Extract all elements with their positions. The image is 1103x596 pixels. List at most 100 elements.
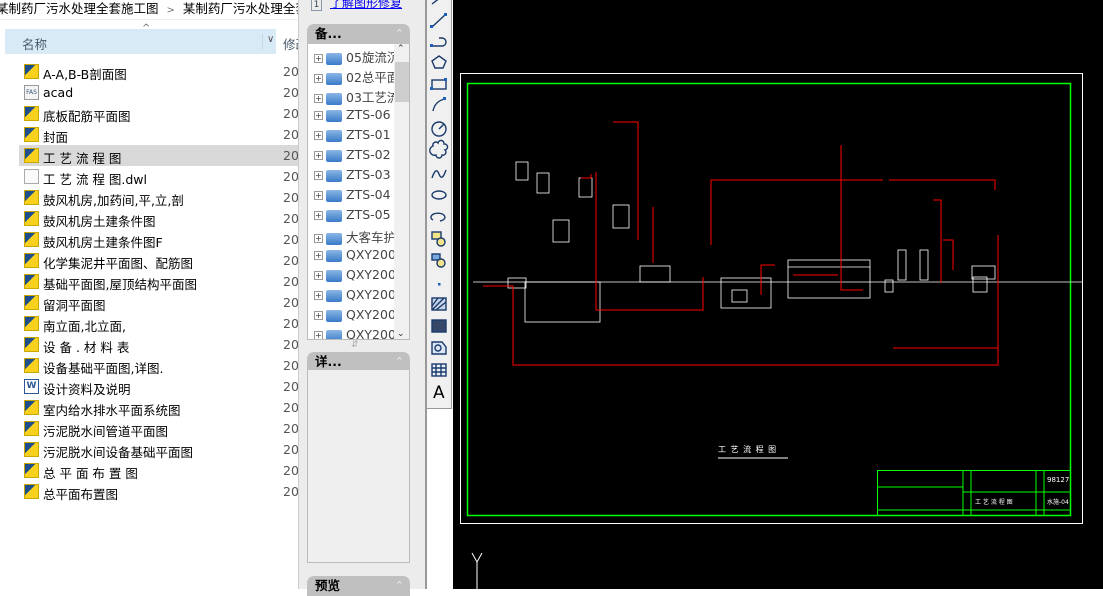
- expand-icon[interactable]: +: [314, 291, 323, 300]
- backup-tree-item[interactable]: + QXY200: [314, 307, 396, 327]
- breadcrumb-item[interactable]: 某制药厂污水处理全套施工图: [0, 0, 159, 18]
- preview-header[interactable]: 预览 ⌃: [307, 576, 410, 596]
- expand-icon[interactable]: +: [314, 191, 323, 200]
- file-row[interactable]: 基础平面图,屋顶结构平面图 20: [19, 271, 299, 292]
- gradient-icon[interactable]: [431, 319, 447, 333]
- file-row[interactable]: 总平面布置图 20: [19, 481, 299, 502]
- title-block-sheet: 水施-04: [1047, 499, 1069, 506]
- expand-icon[interactable]: +: [314, 251, 323, 260]
- point-icon[interactable]: [438, 283, 441, 286]
- expand-icon[interactable]: +: [314, 311, 323, 320]
- collapse-icon[interactable]: ⌃: [395, 352, 404, 372]
- file-row[interactable]: FAS acad 20: [19, 82, 299, 103]
- backup-item-label: ZTS-03: [346, 167, 391, 182]
- details-header[interactable]: 详... ⌃: [307, 352, 410, 372]
- polygon-icon[interactable]: [431, 55, 447, 69]
- backup-tree-item[interactable]: + QXY200: [314, 327, 396, 339]
- file-row[interactable]: 污泥脱水间管道平面图 20: [19, 418, 299, 439]
- file-row[interactable]: W 设计资料及说明 20: [19, 376, 299, 397]
- file-row[interactable]: 总 平 面 布 置 图 20: [19, 460, 299, 481]
- file-name: 南立面,北立面,: [43, 319, 126, 334]
- expand-icon[interactable]: +: [314, 211, 323, 220]
- hatch-icon[interactable]: [431, 297, 447, 311]
- multiline-text-icon[interactable]: A: [433, 383, 445, 403]
- backup-tree-item[interactable]: + ZTS-05: [314, 207, 391, 227]
- file-row[interactable]: 底板配筋平面图 20: [19, 103, 299, 124]
- backup-tree-item[interactable]: + ZTS-03: [314, 167, 391, 187]
- expand-icon[interactable]: +: [314, 111, 323, 120]
- column-header-modified[interactable]: 修改日期: [283, 34, 298, 53]
- file-row[interactable]: 鼓风机房,加药间,平,立,剖 20: [19, 187, 299, 208]
- expand-icon[interactable]: +: [314, 151, 323, 160]
- file-row[interactable]: 污泥脱水间设备基础平面图 20: [19, 439, 299, 460]
- expand-icon[interactable]: +: [314, 271, 323, 280]
- drawing-canvas[interactable]: 工 艺 流 程 图 工 艺 流 程 图 98127 水施-04: [453, 0, 1103, 589]
- backup-tree-item[interactable]: + ZTS-04: [314, 187, 391, 207]
- ellipse-icon[interactable]: [431, 190, 447, 200]
- title-block-project-no: 98127: [1047, 476, 1070, 484]
- line-icon[interactable]: [431, 0, 445, 5]
- file-name: 化学集泥井平面图、配筋图: [43, 256, 194, 271]
- backup-tree-item[interactable]: + QXY200: [314, 287, 396, 307]
- file-row[interactable]: 化学集泥井平面图、配筋图 20: [19, 250, 299, 271]
- file-row[interactable]: 封面 20: [19, 124, 299, 145]
- file-row[interactable]: 室内给水排水平面系统图 20: [19, 397, 299, 418]
- backup-tree-item[interactable]: + ZTS-02: [314, 147, 391, 167]
- column-header-name[interactable]: ^ 名称 ∨: [5, 23, 276, 54]
- insert-block-icon[interactable]: [431, 231, 446, 247]
- backup-tree-item[interactable]: + QXY200: [314, 247, 396, 267]
- file-row[interactable]: 工 艺 流 程 图.dwl 20: [19, 166, 299, 187]
- ellipse-arc-icon[interactable]: [430, 212, 446, 222]
- backup-item-label: QXY200: [346, 247, 396, 262]
- expand-icon[interactable]: +: [314, 54, 323, 63]
- file-date: 20: [283, 85, 299, 100]
- backup-tree-item[interactable]: + ZTS-06: [314, 107, 391, 127]
- expand-icon[interactable]: +: [314, 94, 323, 103]
- backup-tree-item[interactable]: + ZTS-01: [314, 127, 391, 147]
- revision-cloud-icon[interactable]: [429, 139, 449, 159]
- region-icon[interactable]: [431, 341, 447, 355]
- chevron-down-icon[interactable]: ∨: [262, 34, 274, 49]
- splitter-handle[interactable]: ⇵: [351, 340, 359, 350]
- collapse-icon[interactable]: ⌃: [395, 576, 404, 596]
- backup-item-label: ZTS-01: [346, 127, 391, 142]
- spline-icon[interactable]: [431, 169, 447, 179]
- folder-icon: [326, 289, 342, 302]
- arc-icon[interactable]: [432, 97, 446, 112]
- backup-tree-item[interactable]: +02总平面: [314, 67, 399, 87]
- file-row[interactable]: A-A,B-B剖面图 20: [19, 61, 299, 82]
- expand-icon[interactable]: +: [314, 131, 323, 140]
- scroll-up-icon[interactable]: ⌃: [397, 44, 405, 54]
- expand-icon[interactable]: +: [314, 331, 323, 339]
- make-block-icon[interactable]: [431, 253, 446, 268]
- file-row[interactable]: 设备基础平面图,详图. 20: [19, 355, 299, 376]
- file-row[interactable]: 鼓风机房土建条件图 20: [19, 208, 299, 229]
- polyline-arc-icon[interactable]: [430, 37, 447, 47]
- word-file-icon: W: [24, 379, 39, 394]
- expand-icon[interactable]: +: [314, 234, 323, 243]
- rectangle-icon[interactable]: [430, 78, 447, 90]
- circle-icon[interactable]: [431, 121, 447, 137]
- table-icon[interactable]: [431, 363, 447, 377]
- file-row[interactable]: 留洞平面图 20: [19, 292, 299, 313]
- backup-files-header[interactable]: 备... ⌃: [307, 24, 410, 44]
- dwg-file-icon: [24, 190, 39, 205]
- drawing-title: 工 艺 流 程 图: [718, 445, 778, 454]
- collapse-icon[interactable]: ⌃: [395, 24, 404, 44]
- learn-recovery-link[interactable]: 1 了解图形修复: [311, 0, 402, 11]
- dwg-file-icon: [24, 148, 39, 163]
- file-row[interactable]: 设 备 . 材 料 表 20: [19, 334, 299, 355]
- expand-icon[interactable]: +: [314, 171, 323, 180]
- scroll-down-icon[interactable]: ⌄: [397, 329, 405, 339]
- scroll-thumb[interactable]: [395, 62, 409, 102]
- backup-tree-item[interactable]: + QXY200: [314, 267, 396, 287]
- polyline-icon[interactable]: [430, 13, 447, 28]
- file-row[interactable]: 工 艺 流 程 图 20: [19, 145, 299, 166]
- file-date: 20: [283, 148, 299, 163]
- expand-icon[interactable]: +: [314, 74, 323, 83]
- backup-tree-item[interactable]: + 大客车护: [314, 227, 396, 247]
- file-row[interactable]: 南立面,北立面, 20: [19, 313, 299, 334]
- tree-scrollbar[interactable]: ⌃ ⌄: [394, 44, 409, 339]
- file-row[interactable]: 鼓风机房土建条件图F 20: [19, 229, 299, 250]
- breadcrumb-item[interactable]: 某制药厂污水处理全套施工图: [183, 0, 298, 18]
